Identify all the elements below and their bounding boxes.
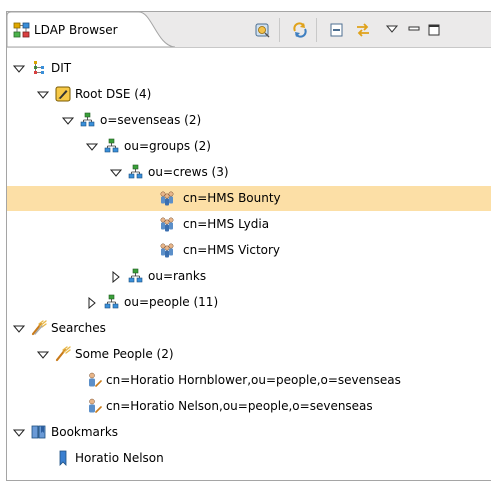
ldap-browser-view: LDAP Browser DIT Root DSE (4) o=sevensea…: [6, 11, 491, 481]
group-icon: [160, 191, 174, 206]
tree-item-label: cn=Horatio Hornblower,ou=people,o=sevens…: [106, 373, 401, 387]
person-result-icon: [89, 372, 102, 387]
tree-item-label: ou=crews (3): [148, 165, 229, 179]
tree-item-label: cn=HMS Bounty: [183, 191, 281, 205]
collapse-all-button[interactable]: [327, 21, 347, 39]
ldap-browser-tab[interactable]: LDAP Browser: [7, 12, 175, 47]
ldap-browser-icon: [13, 22, 30, 38]
tree-item-label: DIT: [51, 61, 72, 75]
tree-item-hms-victory[interactable]: cn=HMS Victory: [7, 238, 491, 263]
bookmarks-icon: [31, 425, 46, 439]
tree-item-label: cn=HMS Victory: [183, 243, 281, 257]
expanded-twisty-icon[interactable]: [13, 323, 25, 335]
link-button[interactable]: [353, 21, 373, 39]
view-menu-button[interactable]: [382, 21, 402, 39]
maximize-icon: [428, 24, 440, 36]
group-icon: [160, 243, 174, 258]
view-title: LDAP Browser: [34, 23, 118, 37]
expanded-twisty-icon[interactable]: [13, 63, 25, 75]
searches-icon: [31, 320, 47, 336]
entry-icon: [80, 112, 95, 127]
search-icon: [55, 346, 71, 362]
tree-item-label: Horatio Nelson: [75, 451, 164, 465]
tree-item-bookmarks[interactable]: Bookmarks: [7, 420, 491, 445]
tree-item-search-result[interactable]: cn=Horatio Hornblower,ou=people,o=sevens…: [7, 368, 491, 393]
tree-item-root-dse[interactable]: Root DSE (4): [7, 82, 491, 107]
link-icon: [357, 23, 369, 37]
entry-icon: [104, 294, 119, 309]
minimize-button[interactable]: [404, 21, 424, 39]
expanded-twisty-icon[interactable]: [110, 167, 122, 179]
person-result-icon: [89, 398, 102, 413]
tree-item-label: Searches: [51, 321, 106, 335]
tree-item-sevenseas[interactable]: o=sevenseas (2): [7, 108, 491, 133]
tree-item-dit[interactable]: DIT: [7, 56, 491, 81]
refresh-icon: [293, 22, 307, 38]
toolbar-separator: [316, 18, 317, 42]
minimize-icon: [408, 26, 420, 31]
tree-item-some-people[interactable]: Some People (2): [7, 342, 491, 367]
collapsed-twisty-icon[interactable]: [110, 271, 122, 283]
tree-item-label: Some People (2): [75, 347, 174, 361]
bookmark-icon: [59, 450, 67, 466]
expanded-twisty-icon[interactable]: [37, 89, 49, 101]
tree-item-label: cn=HMS Lydia: [183, 217, 270, 231]
tree-item-label: o=sevenseas (2): [100, 113, 202, 127]
tree-item-label: ou=groups (2): [124, 139, 211, 153]
tree-item-label: ou=people (11): [124, 295, 219, 309]
maximize-button[interactable]: [424, 21, 444, 39]
entry-icon: [128, 268, 143, 283]
tree-item-hms-bounty[interactable]: cn=HMS Bounty: [7, 186, 491, 211]
entry-icon: [104, 138, 119, 153]
expanded-twisty-icon[interactable]: [86, 141, 98, 153]
toolbar-separator: [279, 18, 280, 42]
tree-item-search-result[interactable]: cn=Horatio Nelson,ou=people,o=sevenseas: [7, 394, 491, 419]
expanded-twisty-icon[interactable]: [62, 115, 74, 127]
tree-item-ranks[interactable]: ou=ranks: [7, 264, 491, 289]
tree-item-bookmark[interactable]: Horatio Nelson: [7, 446, 491, 471]
tree-item-crews[interactable]: ou=crews (3): [7, 160, 491, 185]
link-with-editor-button[interactable]: [253, 21, 273, 39]
root-dse-icon: [55, 86, 71, 102]
tree-item-label: cn=Horatio Nelson,ou=people,o=sevenseas: [106, 399, 373, 413]
entry-icon: [128, 164, 143, 179]
view-tab-bar: LDAP Browser: [7, 12, 491, 48]
group-icon: [160, 217, 174, 232]
view-menu-icon: [385, 25, 399, 33]
expanded-twisty-icon[interactable]: [13, 427, 25, 439]
tree-item-groups[interactable]: ou=groups (2): [7, 134, 491, 159]
collapsed-twisty-icon[interactable]: [86, 297, 98, 309]
expanded-twisty-icon[interactable]: [37, 349, 49, 361]
collapse-all-icon: [330, 23, 343, 37]
tree-item-label: Root DSE (4): [75, 87, 152, 101]
link-with-editor-icon: [255, 23, 270, 38]
tree-item-hms-lydia[interactable]: cn=HMS Lydia: [7, 212, 491, 237]
tree-item-searches[interactable]: Searches: [7, 316, 491, 341]
tree-item-label: ou=ranks: [148, 269, 207, 283]
tree-item-label: Bookmarks: [51, 425, 119, 439]
tree-item-people[interactable]: ou=people (11): [7, 290, 491, 315]
dit-icon: [34, 61, 44, 74]
refresh-button[interactable]: [290, 21, 310, 39]
